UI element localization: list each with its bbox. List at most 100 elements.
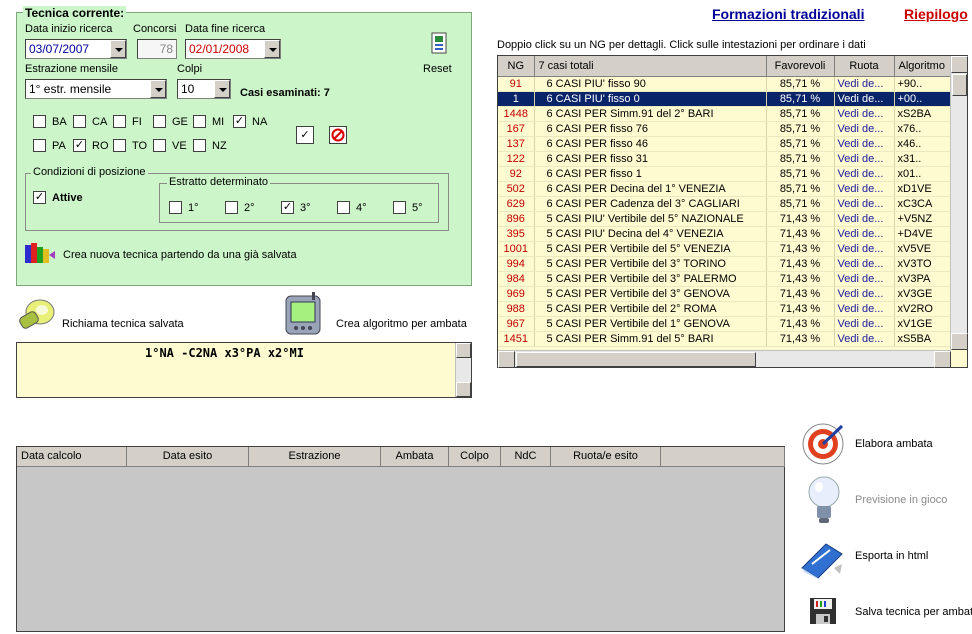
ruota-checkbox-fi[interactable]: FI [113, 115, 142, 128]
checkbox-box[interactable] [33, 139, 46, 152]
ruota-checkbox-na[interactable]: ✓ NA [233, 115, 267, 128]
checkbox-box[interactable] [73, 115, 86, 128]
grid-cell-ruota[interactable]: Vedi de... [834, 256, 895, 272]
results-column-header[interactable]: Ambata [381, 447, 449, 467]
estrazione-dropdown-icon[interactable] [150, 80, 166, 98]
grid-cell-ruota[interactable]: Vedi de... [834, 241, 895, 257]
grid-cell-ng[interactable]: 395 [498, 226, 535, 242]
previsione-label[interactable]: Previsione in gioco [855, 494, 947, 506]
formula-textarea[interactable]: 1°NA -C2NA x3°PA x2°MI [16, 342, 472, 398]
checkbox-box[interactable]: ✓ [73, 139, 86, 152]
reset-label[interactable]: Reset [423, 63, 452, 75]
richiama-label[interactable]: Richiama tecnica salvata [62, 318, 184, 330]
grid-cell-ng[interactable]: 1451 [498, 331, 535, 347]
checkbox-box[interactable] [337, 201, 350, 214]
grid-cell-ng[interactable]: 1448 [498, 106, 535, 122]
attive-checkbox[interactable]: ✓ Attive [33, 191, 83, 204]
grid-cell-ng[interactable]: 896 [498, 211, 535, 227]
attive-check-icon[interactable]: ✓ [33, 191, 46, 204]
crea-algoritmo-label[interactable]: Crea algoritmo per ambata [336, 318, 467, 330]
grid-scroll-left-icon[interactable] [498, 351, 515, 368]
grid-row[interactable]: 629 6 CASI PER Cadenza del 3° CAGLIARI 85,… [498, 196, 952, 212]
grid-row[interactable]: 994 5 CASI PER Vertibile del 3° TORINO 71,… [498, 256, 952, 272]
grid-column-header[interactable]: NG [498, 56, 535, 77]
grid-row[interactable]: 984 5 CASI PER Vertibile del 3° PALERMO 71… [498, 271, 952, 287]
grid-cell-ng[interactable]: 91 [498, 76, 535, 92]
crea-algoritmo-icon[interactable] [282, 292, 324, 338]
checkbox-box[interactable] [193, 139, 206, 152]
checkbox-box[interactable] [393, 201, 406, 214]
results-column-header[interactable]: Colpo [449, 447, 501, 467]
grid-cell-ng[interactable]: 984 [498, 271, 535, 287]
riepilogo-link[interactable]: Riepilogo [904, 6, 968, 22]
grid-cell-ng[interactable]: 502 [498, 181, 535, 197]
formula-scroll-down-icon[interactable] [456, 382, 471, 397]
grid-cell-ruota[interactable]: Vedi de... [834, 91, 895, 107]
data-fine-dropdown-icon[interactable] [264, 40, 280, 58]
grid-cell-ruota[interactable]: Vedi de... [834, 181, 895, 197]
grid-cell-ruota[interactable]: Vedi de... [834, 196, 895, 212]
checkbox-box[interactable] [113, 115, 126, 128]
grid-cell-ruota[interactable]: Vedi de... [834, 136, 895, 152]
grid-row[interactable]: 1451 5 CASI PER Simm.91 del 5° BARI 71,43 … [498, 331, 952, 347]
checkbox-box[interactable] [153, 115, 166, 128]
grid-column-header[interactable]: 7 casi totali [534, 56, 767, 77]
grid-scroll-down-icon[interactable] [951, 333, 968, 350]
grid-row[interactable]: 1448 6 CASI PER Simm.91 del 2° BARI 85,71 … [498, 106, 952, 122]
grid-column-header[interactable]: Algoritmo [894, 56, 952, 77]
results-table[interactable]: Data calcolo Data esito Estrazione Ambata Co… [16, 446, 785, 632]
grid-row[interactable]: 16 CASI PIU' fisso 0 85,71 % Vedi de... +00… [498, 91, 952, 107]
grid-cell-ng[interactable]: 1001 [498, 241, 535, 257]
ruota-checkbox-ro[interactable]: ✓ RO [73, 139, 109, 152]
floppy-icon[interactable] [808, 596, 838, 626]
grid-cell-ng[interactable]: 167 [498, 121, 535, 137]
ruota-checkbox-nz[interactable]: NZ [193, 139, 227, 152]
grid-horizontal-scrollbar[interactable] [498, 350, 951, 368]
ruota-checkbox-to[interactable]: TO [113, 139, 147, 152]
export-book-icon[interactable] [798, 538, 848, 584]
grid-cell-ruota[interactable]: Vedi de... [834, 316, 895, 332]
formula-scrollbar[interactable] [455, 343, 471, 397]
grid-hscroll-thumb[interactable] [516, 352, 756, 367]
colpi-dropdown-icon[interactable] [214, 80, 230, 98]
results-grid[interactable]: NG 7 casi totali Favorevoli Ruota Algoritmo … [497, 55, 968, 368]
grid-row[interactable]: 896 5 CASI PIU' Vertibile del 5° NAZIONAL… [498, 211, 952, 227]
target-icon[interactable] [800, 420, 846, 468]
grid-cell-ng[interactable]: 122 [498, 151, 535, 167]
estratto-checkbox-3[interactable]: ✓ 3° [281, 201, 311, 214]
grid-cell-ruota[interactable]: Vedi de... [834, 211, 895, 227]
grid-cell-ng[interactable]: 92 [498, 166, 535, 182]
grid-column-header[interactable]: Favorevoli [766, 56, 835, 77]
data-fine-field[interactable]: 02/01/2008 [185, 39, 281, 59]
grid-cell-ruota[interactable]: Vedi de... [834, 331, 895, 347]
clear-all-icon[interactable] [329, 126, 347, 144]
ruota-checkbox-ca[interactable]: CA [73, 115, 107, 128]
checkbox-box[interactable]: ✓ [233, 115, 246, 128]
grid-cell-ng[interactable]: 969 [498, 286, 535, 302]
grid-cell-ruota[interactable]: Vedi de... [834, 301, 895, 317]
grid-cell-ruota[interactable]: Vedi de... [834, 76, 895, 92]
formula-scroll-up-icon[interactable] [456, 343, 471, 358]
results-column-header[interactable]: NdC [501, 447, 551, 467]
grid-cell-ruota[interactable]: Vedi de... [834, 106, 895, 122]
grid-cell-ruota[interactable]: Vedi de... [834, 166, 895, 182]
checkbox-box[interactable] [225, 201, 238, 214]
grid-row[interactable]: 92 6 CASI PER fisso 1 85,71 % Vedi de... x01… [498, 166, 952, 182]
lightbulb-icon[interactable] [806, 474, 842, 526]
estratto-checkbox-5[interactable]: 5° [393, 201, 423, 214]
results-column-header[interactable]: Estrazione [249, 447, 381, 467]
salva-tecnica-label[interactable]: Salva tecnica per ambata [855, 606, 972, 618]
concorsi-field[interactable]: 78 [137, 39, 177, 59]
estratto-checkbox-2[interactable]: 2° [225, 201, 255, 214]
estrazione-select[interactable]: 1° estr. mensile [25, 79, 167, 99]
results-column-header[interactable]: Ruota/e esito [551, 447, 661, 467]
results-column-header[interactable]: Data calcolo [17, 447, 127, 467]
grid-cell-ruota[interactable]: Vedi de... [834, 151, 895, 167]
ruota-checkbox-pa[interactable]: PA [33, 139, 66, 152]
grid-cell-ruota[interactable]: Vedi de... [834, 226, 895, 242]
grid-cell-ng[interactable]: 994 [498, 256, 535, 272]
grid-cell-ng[interactable]: 629 [498, 196, 535, 212]
estratto-checkbox-1[interactable]: 1° [169, 201, 199, 214]
richiama-icon[interactable] [16, 296, 58, 336]
grid-row[interactable]: 967 5 CASI PER Vertibile del 1° GENOVA 71,… [498, 316, 952, 332]
